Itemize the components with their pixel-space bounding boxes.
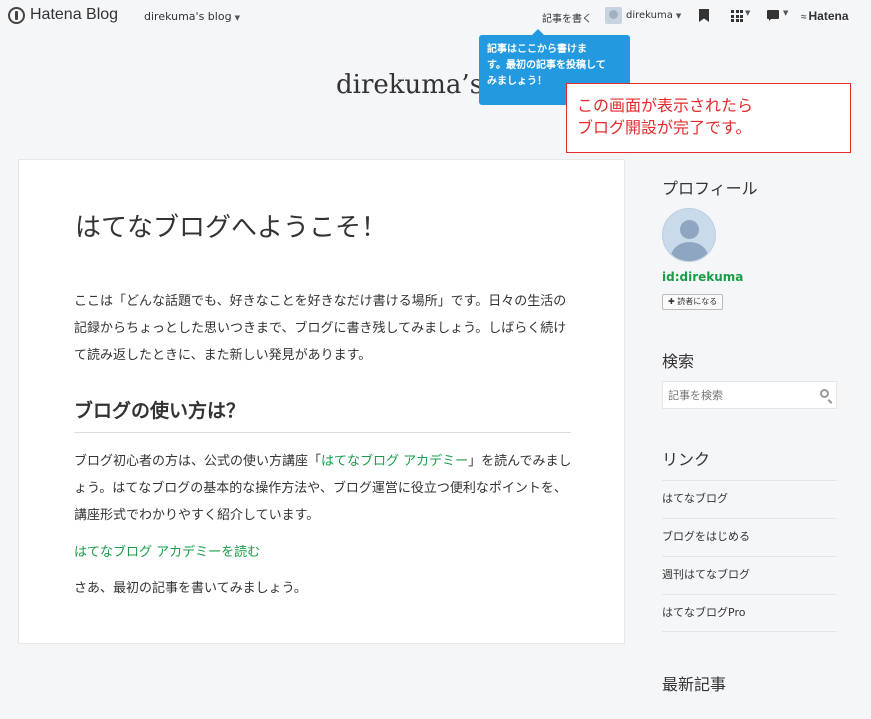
hatena-wave-icon: ≈ bbox=[801, 12, 807, 23]
user-menu[interactable]: direkuma ▼ bbox=[605, 7, 681, 24]
entry-title: はてなブログへようこそ！ bbox=[75, 213, 388, 243]
caret-down-icon: ▼ bbox=[783, 9, 789, 17]
link-list: はてなブログ ブログをはじめる 週刊はてなブログ はてなブログPro bbox=[662, 480, 837, 632]
link-item[interactable]: 週刊はてなブログ bbox=[662, 556, 837, 594]
academy-inline-link[interactable]: はてなブログ アカデミー bbox=[321, 454, 468, 469]
entry-paragraph: ここは「どんな話題でも、好きなことを好きなだけ書ける場所」です。日々の生活の記録… bbox=[74, 294, 567, 363]
annotation-line: この画面が表示されたら bbox=[577, 96, 754, 115]
logo-text: Hatena Blog bbox=[30, 6, 119, 23]
search-box bbox=[662, 381, 837, 409]
top-bar: Hatena Blog direkuma's blog ▼ 記事を書く direk… bbox=[0, 0, 871, 33]
profile-avatar[interactable] bbox=[662, 208, 716, 262]
link-item[interactable]: はてなブログ bbox=[662, 480, 837, 518]
hatena-label: Hatena bbox=[808, 9, 849, 23]
paragraph-text: ブログ初心者の方は、公式の使い方講座「 bbox=[74, 454, 322, 469]
search-heading: 検索 bbox=[662, 352, 695, 371]
search-icon[interactable] bbox=[820, 389, 829, 398]
hatena-link[interactable]: ≈ Hatena bbox=[801, 9, 849, 23]
main-entry: はてなブログへようこそ！ ここは「どんな話題でも、好きなことを好きなだけ書ける場… bbox=[18, 159, 625, 644]
subscribe-button[interactable]: ✚ 読者になる bbox=[662, 294, 724, 310]
annotation-line: ブログ開設が完了です。 bbox=[577, 118, 752, 137]
subscribe-label: 読者になる bbox=[677, 297, 718, 306]
hatena-blog-logo[interactable]: Hatena Blog bbox=[8, 6, 118, 24]
divider bbox=[74, 432, 571, 433]
user-name: direkuma bbox=[626, 10, 673, 21]
blog-menu-label: direkuma's blog bbox=[144, 10, 232, 23]
links-heading: リンク bbox=[662, 450, 711, 469]
entry-paragraph: さあ、最初の記事を書いてみましょう。 bbox=[74, 581, 307, 596]
blog-menu[interactable]: direkuma's blog ▼ bbox=[144, 10, 240, 23]
bookmark-icon[interactable] bbox=[699, 9, 709, 22]
section-heading: ブログの使い方は？ bbox=[74, 400, 246, 422]
completion-annotation: この画面が表示されたら ブログ開設が完了です。 bbox=[566, 83, 851, 153]
search-input[interactable] bbox=[663, 382, 813, 408]
academy-link[interactable]: はてなブログ アカデミーを読む bbox=[74, 541, 260, 560]
write-article-button[interactable]: 記事を書く bbox=[542, 10, 592, 25]
link-item[interactable]: ブログをはじめる bbox=[662, 518, 837, 556]
tooltip-line: す。最初の記事を投稿して bbox=[487, 60, 606, 71]
user-avatar bbox=[605, 7, 622, 24]
profile-id-link[interactable]: id:direkuma bbox=[662, 270, 743, 284]
caret-down-icon: ▼ bbox=[234, 14, 240, 22]
entry-paragraph: ブログ初心者の方は、公式の使い方講座「はてなブログ アカデミー」を読んでみましょ… bbox=[74, 448, 574, 529]
recent-posts-heading: 最新記事 bbox=[662, 675, 727, 694]
plus-icon: ✚ bbox=[668, 297, 675, 306]
link-item[interactable]: はてなブログPro bbox=[662, 594, 837, 632]
caret-down-icon: ▼ bbox=[675, 11, 682, 20]
apps-grid-icon[interactable] bbox=[731, 10, 743, 22]
tooltip-line: 記事はここから書けま bbox=[487, 44, 587, 55]
hatena-blog-logo-icon bbox=[8, 6, 25, 24]
notification-icon[interactable] bbox=[767, 10, 779, 21]
caret-down-icon: ▼ bbox=[745, 9, 751, 17]
profile-heading: プロフィール bbox=[662, 179, 758, 198]
